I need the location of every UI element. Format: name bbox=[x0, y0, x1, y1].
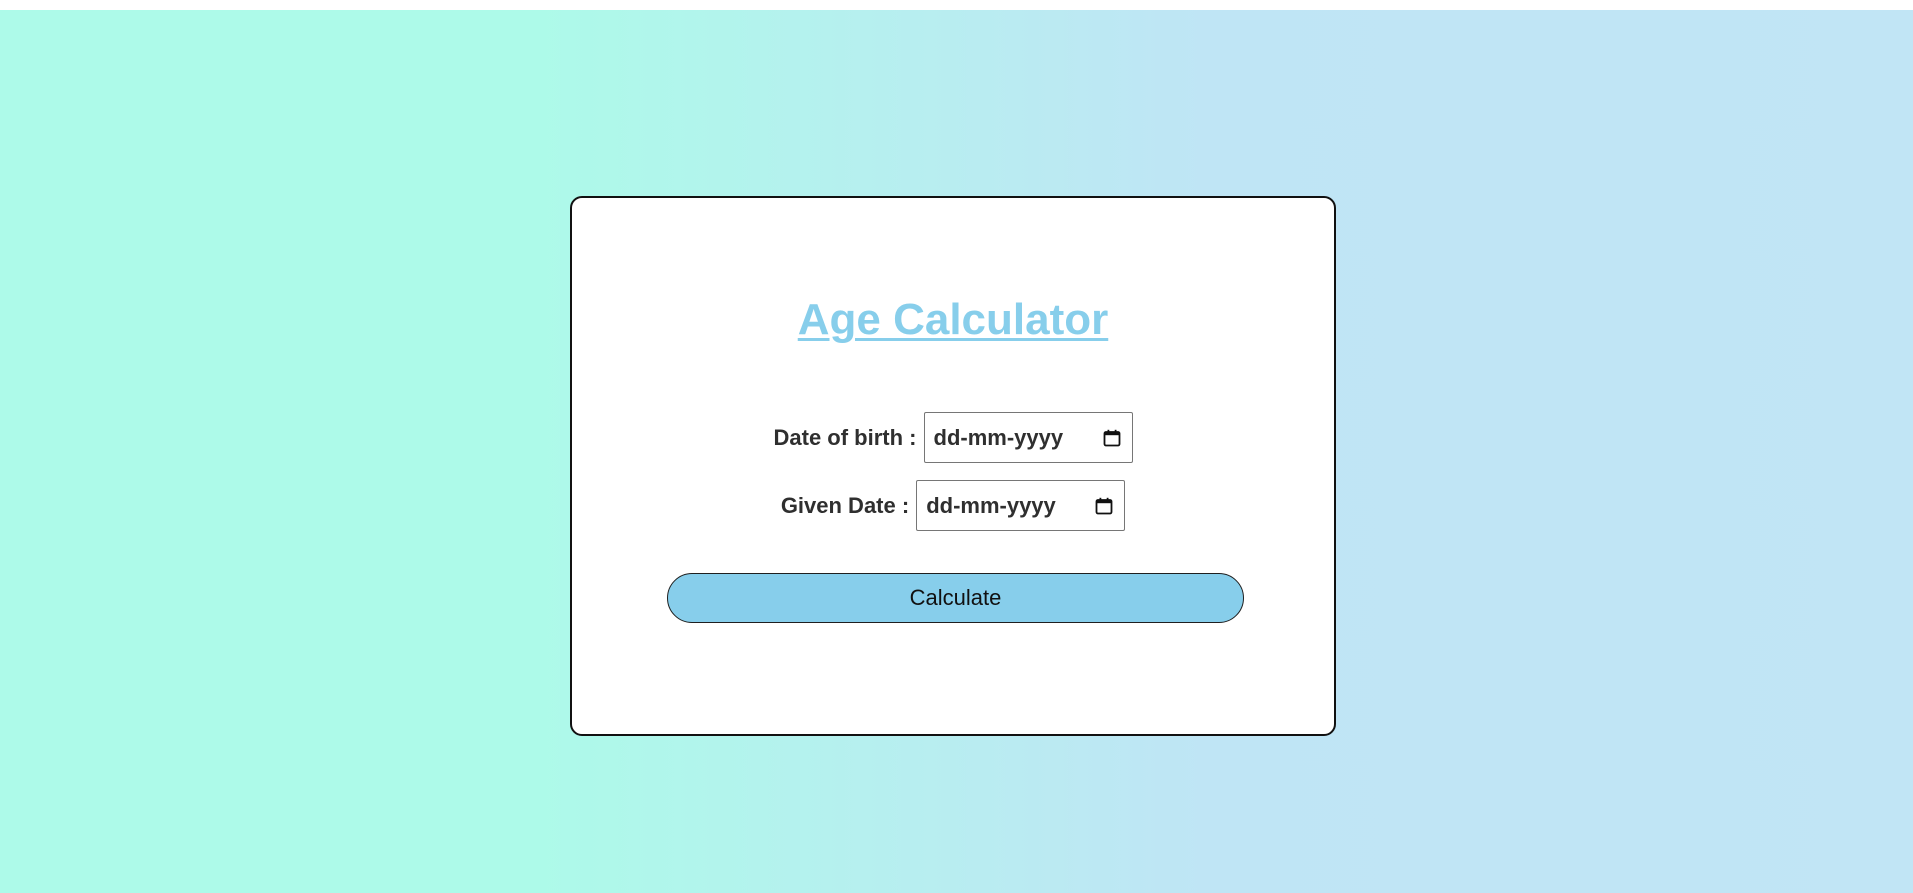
dob-date-input[interactable]: dd-mm-yyyy bbox=[923, 412, 1133, 463]
calculate-button[interactable]: Calculate bbox=[667, 573, 1244, 623]
given-date-row: Given Date : dd-mm-yyyy bbox=[572, 480, 1334, 531]
dob-date-placeholder: dd-mm-yyyy bbox=[933, 424, 1064, 450]
given-date-label: Given Date : bbox=[780, 492, 910, 518]
dob-label: Date of birth : bbox=[773, 424, 917, 450]
given-date-placeholder: dd-mm-yyyy bbox=[926, 492, 1056, 518]
dob-row: Date of birth : dd-mm-yyyy bbox=[572, 412, 1334, 463]
calendar-icon[interactable] bbox=[1094, 496, 1114, 516]
calculator-card: Age Calculator Date of birth : dd-mm-yyy… bbox=[570, 196, 1336, 736]
page-title: Age Calculator bbox=[797, 295, 1109, 344]
page-background: Age Calculator Date of birth : dd-mm-yyy… bbox=[0, 10, 1913, 893]
calendar-icon[interactable] bbox=[1102, 428, 1122, 448]
given-date-input[interactable]: dd-mm-yyyy bbox=[916, 480, 1126, 531]
